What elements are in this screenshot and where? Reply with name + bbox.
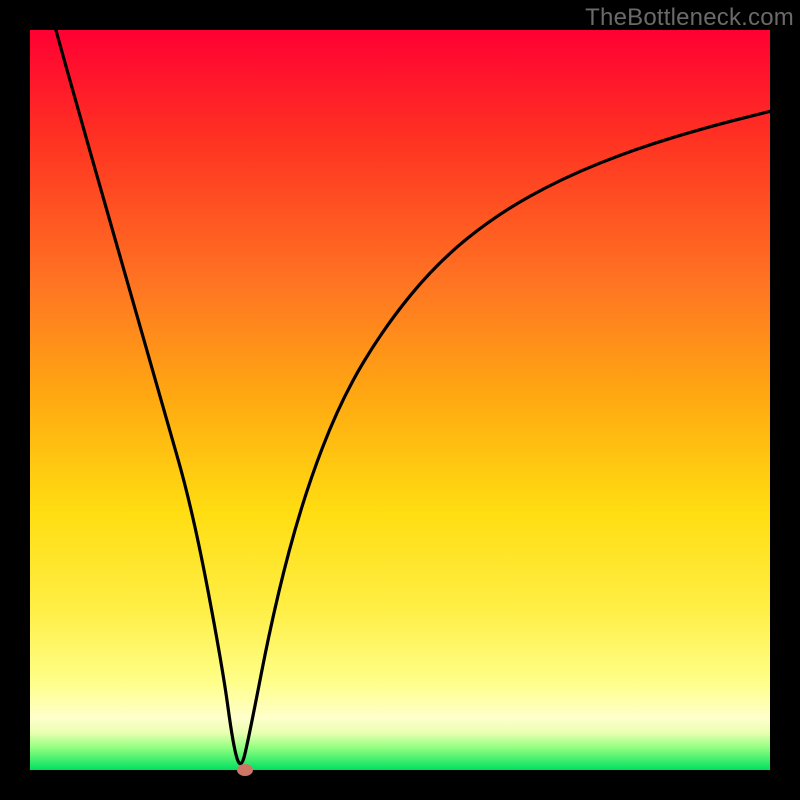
- plot-area: [30, 30, 770, 770]
- watermark-text: TheBottleneck.com: [585, 4, 794, 32]
- bottleneck-curve-path: [56, 30, 770, 764]
- curve-svg: [30, 30, 770, 770]
- optimum-marker: [237, 764, 253, 776]
- chart-frame: TheBottleneck.com: [0, 0, 800, 800]
